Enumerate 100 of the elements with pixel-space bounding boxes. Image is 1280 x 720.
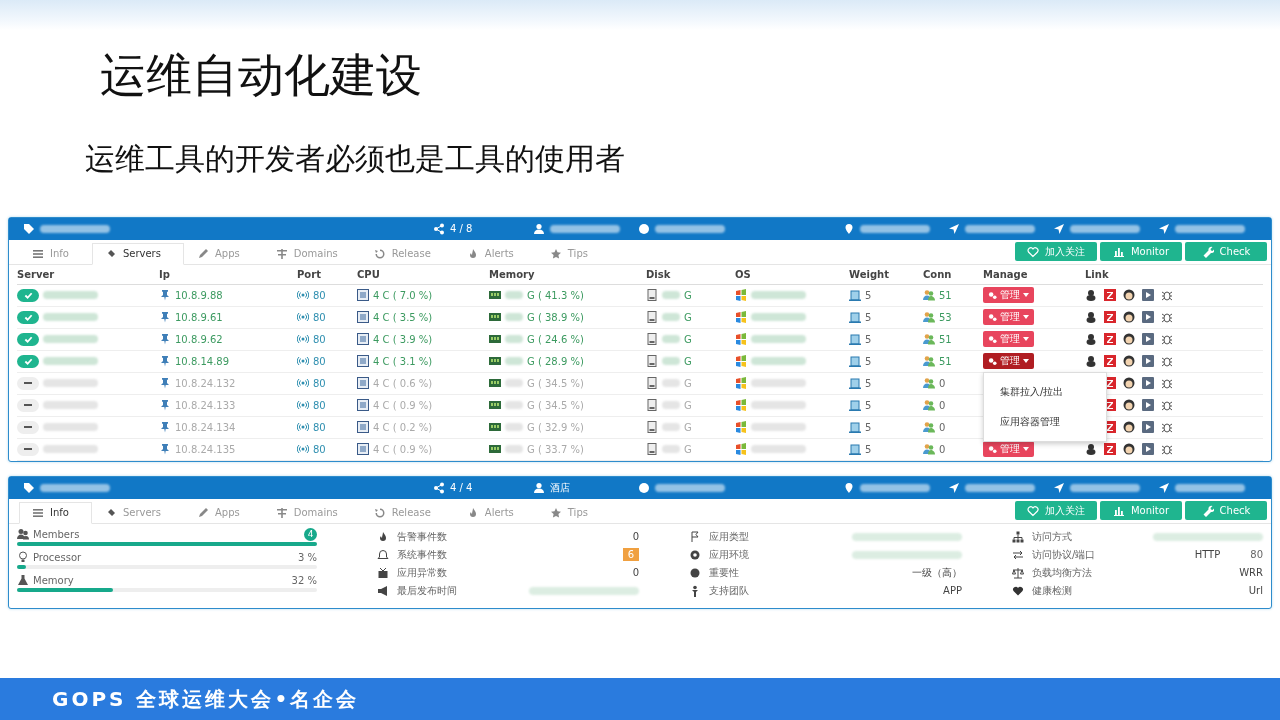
bar-chart-icon xyxy=(1113,245,1125,258)
connection-count: 51 xyxy=(939,289,952,301)
building-icon xyxy=(849,443,861,456)
memory-usage: G ( 32.9 %) xyxy=(527,421,584,433)
windows-flag-icon xyxy=(735,421,747,434)
blurred-text xyxy=(751,401,806,410)
header-text: 4 / 4 xyxy=(450,482,473,494)
metric-label: Processor xyxy=(33,551,82,563)
manage-dropdown-button[interactable]: 管理 xyxy=(983,287,1034,304)
tab[interactable]: Alerts xyxy=(453,242,537,265)
tab[interactable]: Apps xyxy=(183,501,263,524)
blurred-text xyxy=(662,423,680,432)
signal-icon xyxy=(297,421,309,434)
memory-chip-icon xyxy=(489,443,501,456)
field-label: 访问协议/端口 xyxy=(1032,547,1096,562)
tab[interactable]: Apps xyxy=(183,242,263,265)
tab[interactable]: Info xyxy=(19,242,92,265)
tab[interactable]: Domains xyxy=(262,501,361,524)
port-number: 80 xyxy=(313,421,326,433)
user-icon xyxy=(533,222,545,235)
blurred-text xyxy=(662,445,680,454)
blurred-text xyxy=(40,224,110,233)
user-icon xyxy=(533,481,545,494)
bug-icon xyxy=(1161,421,1173,434)
blurred-text xyxy=(40,483,110,492)
manage-dropdown-button[interactable]: 管理 xyxy=(983,331,1034,348)
blurred-text xyxy=(751,357,806,366)
tab[interactable]: Release xyxy=(360,501,454,524)
cpu-usage: 4 C ( 0.9 %) xyxy=(373,399,433,411)
monitor-icon xyxy=(357,377,369,390)
history-icon xyxy=(373,247,386,260)
blurred-text xyxy=(965,483,1035,492)
blurred-text xyxy=(655,224,725,233)
check-button[interactable]: Check xyxy=(1185,242,1267,262)
blurred-text xyxy=(662,379,680,388)
blurred-text xyxy=(505,401,523,410)
weight-value: 5 xyxy=(865,443,872,455)
field-label: 支持团队 xyxy=(709,583,749,598)
field-value: 80 xyxy=(1250,549,1263,561)
check-button[interactable]: Check xyxy=(1185,501,1267,521)
blurred-text xyxy=(1175,483,1245,492)
tab[interactable]: Alerts xyxy=(453,501,537,524)
wrench-icon xyxy=(1201,504,1214,517)
memory-usage: G ( 34.5 %) xyxy=(527,399,584,411)
gears-icon xyxy=(988,334,997,344)
heart-icon xyxy=(1012,584,1024,597)
disk-size: G xyxy=(684,355,692,367)
tab[interactable]: Servers xyxy=(91,501,184,524)
ip-address: 10.8.24.132 xyxy=(175,377,236,389)
monitor-icon xyxy=(357,399,369,412)
megaphone-icon xyxy=(377,584,389,597)
monkey-face-icon xyxy=(1123,355,1135,368)
monitor-button[interactable]: Monitor xyxy=(1100,242,1182,262)
building-icon xyxy=(849,399,861,412)
tab[interactable]: Domains xyxy=(262,242,361,265)
signal-icon xyxy=(297,311,309,324)
monkey-face-icon xyxy=(1123,289,1135,302)
gears-icon xyxy=(988,312,997,322)
field-label: 应用环境 xyxy=(709,547,749,562)
menu-item[interactable]: 集群拉入/拉出 xyxy=(984,376,1106,407)
blurred-text xyxy=(43,291,98,300)
metric-label: Memory xyxy=(33,574,74,586)
memory-chip-icon xyxy=(489,421,501,434)
memory-usage: G ( 33.7 %) xyxy=(527,443,584,455)
ip-address: 10.8.24.135 xyxy=(175,443,236,455)
disk-size: G xyxy=(684,333,692,345)
building-icon xyxy=(849,377,861,390)
tab[interactable]: Servers xyxy=(91,242,184,265)
z-logo-icon xyxy=(1104,311,1116,324)
footer-text: GOPS 全球运维大会•名企会 xyxy=(52,685,360,713)
port-number: 80 xyxy=(313,311,326,323)
cpu-usage: 4 C ( 0.2 %) xyxy=(373,421,433,433)
caret-icon xyxy=(1023,359,1029,364)
tab[interactable]: Tips xyxy=(536,501,611,524)
manage-dropdown-button[interactable]: 管理 xyxy=(983,353,1034,370)
memory-chip-icon xyxy=(489,311,501,324)
ip-address: 10.8.14.89 xyxy=(175,355,230,367)
menu-item[interactable]: 应用容器管理 xyxy=(984,406,1106,437)
tab[interactable]: Tips xyxy=(536,242,611,265)
bug-icon xyxy=(1161,311,1173,324)
road-icon xyxy=(275,247,288,260)
cpu-usage: 4 C ( 3.9 %) xyxy=(373,333,433,345)
windows-flag-icon xyxy=(735,443,747,456)
field-label: 最后发布时间 xyxy=(397,583,457,598)
blurred-text xyxy=(662,357,680,366)
field-label: 应用异常数 xyxy=(397,565,447,580)
memory-usage: G ( 24.6 %) xyxy=(527,333,584,345)
tab[interactable]: Release xyxy=(360,242,454,265)
header-text: 4 / 8 xyxy=(450,223,473,235)
location-pin-icon xyxy=(843,481,855,494)
tag-icon xyxy=(23,222,35,235)
connection-count: 51 xyxy=(939,355,952,367)
star-icon xyxy=(549,247,562,260)
blurred-text xyxy=(505,335,523,344)
manage-dropdown-button[interactable]: 管理 xyxy=(983,309,1034,326)
monitor-button[interactable]: Monitor xyxy=(1100,501,1182,521)
tab[interactable]: Info xyxy=(19,501,92,524)
follow-button[interactable]: 加入关注 xyxy=(1015,501,1097,521)
follow-button[interactable]: 加入关注 xyxy=(1015,242,1097,262)
blurred-text xyxy=(662,401,680,410)
